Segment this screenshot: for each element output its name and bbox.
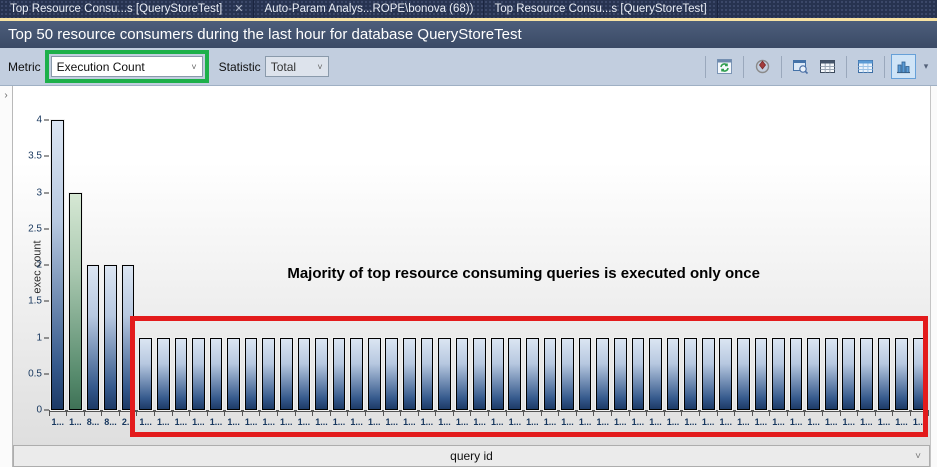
statistic-label: Statistic — [219, 60, 261, 74]
toolbar-overflow-button[interactable]: ▾ — [919, 54, 933, 79]
chart-view-icon — [895, 58, 912, 75]
toolbar: Metric Execution Count ˅ Statistic Total… — [0, 48, 937, 86]
x-axis-title: query id — [450, 449, 493, 463]
chevron-down-icon: ˅ — [191, 62, 196, 72]
y-axis-tick: 3.5 — [28, 151, 49, 162]
plot-area: 00.511.522.533.54 1...1...8...8...2...1.… — [49, 116, 928, 412]
chevron-down-icon: ˅ — [317, 62, 322, 72]
y-axis-tick: 4 — [36, 115, 49, 126]
metric-dropdown[interactable]: Execution Count ˅ — [51, 56, 203, 77]
y-axis-tick: 1 — [36, 332, 49, 343]
y-axis-tick: 0.5 — [28, 368, 49, 379]
track-query-button[interactable] — [750, 54, 775, 79]
tab-label: Top Resource Consu...s [QueryStoreTest] — [494, 3, 706, 15]
x-axis-tick — [49, 410, 50, 416]
close-icon[interactable]: ✕ — [234, 4, 243, 15]
grid-view-button[interactable] — [815, 54, 840, 79]
chart-panel: › exec count 00.511.522.533.54 1...1...8… — [0, 86, 937, 467]
y-axis-tick-label: 3 — [36, 187, 42, 198]
x-axis-tick — [66, 410, 67, 416]
y-axis-tick-label: 0 — [36, 405, 42, 416]
annotation-highlight-box — [130, 316, 928, 437]
x-axis-label: 1... — [67, 417, 85, 427]
bar[interactable] — [69, 193, 82, 411]
y-axis-tick: 2 — [36, 260, 49, 271]
grid-view-alt-button[interactable] — [853, 54, 878, 79]
bar[interactable] — [51, 120, 64, 410]
y-axis-tick: 2.5 — [28, 223, 49, 234]
bar[interactable] — [87, 265, 100, 410]
view-query-text-button[interactable] — [788, 54, 813, 79]
tab-top-resource-consumers-2[interactable]: Top Resource Consu...s [QueryStoreTest] — [484, 0, 717, 18]
collapsed-pane-strip[interactable]: › — [0, 86, 13, 467]
report-title-bar: Top 50 resource consumers during the las… — [0, 21, 937, 48]
toolbar-separator — [781, 56, 782, 78]
document-tab-bar: Top Resource Consu...s [QueryStoreTest] … — [0, 0, 937, 18]
y-axis-tick-label: 0.5 — [28, 368, 42, 379]
tab-top-resource-consumers-1[interactable]: Top Resource Consu...s [QueryStoreTest] … — [0, 0, 254, 18]
y-axis-tick-label: 2 — [36, 260, 42, 271]
toolbar-separator — [846, 56, 847, 78]
tab-label: Top Resource Consu...s [QueryStoreTest] — [10, 3, 222, 15]
x-axis-tick — [119, 410, 120, 416]
metric-dropdown-value: Execution Count — [57, 60, 145, 74]
right-gutter — [930, 86, 937, 467]
y-axis-tick: 1.5 — [28, 296, 49, 307]
toolbar-separator — [743, 56, 744, 78]
chevron-right-icon: › — [4, 91, 7, 467]
chart-area: exec count 00.511.522.533.54 1...1...8..… — [13, 86, 930, 467]
page-title: Top 50 resource consumers during the las… — [8, 26, 522, 43]
chevron-down-icon: ˅ — [915, 451, 921, 462]
metric-label: Metric — [8, 60, 41, 74]
y-axis-tick: 3 — [36, 187, 49, 198]
y-axis-tick: 0 — [36, 405, 49, 416]
tab-auto-param-analysis[interactable]: Auto-Param Analys...ROPE\bonova (68)) — [254, 0, 484, 18]
chart-view-button[interactable] — [891, 54, 916, 79]
y-axis-tick-label: 1 — [36, 332, 42, 343]
grid-view-alt-icon — [857, 58, 874, 75]
y-axis-tick-label: 1.5 — [28, 296, 42, 307]
track-query-icon — [754, 58, 771, 75]
x-axis-label: 1... — [49, 417, 67, 427]
toolbar-separator — [884, 56, 885, 78]
x-axis-tick — [101, 410, 102, 416]
chart-annotation: Majority of top resource consuming queri… — [207, 265, 840, 282]
refresh-icon — [716, 58, 733, 75]
x-axis-label: 8... — [84, 417, 102, 427]
metric-highlight-box: Execution Count ˅ — [45, 50, 209, 83]
y-axis-tick-label: 3.5 — [28, 151, 42, 162]
x-axis-tick — [84, 410, 85, 416]
statistic-dropdown[interactable]: Total ˅ — [265, 56, 329, 77]
toolbar-separator — [705, 56, 706, 78]
grid-view-icon — [819, 58, 836, 75]
y-axis-tick-label: 4 — [36, 115, 42, 126]
statistic-dropdown-value: Total — [271, 60, 296, 74]
refresh-button[interactable] — [712, 54, 737, 79]
bar[interactable] — [104, 265, 117, 410]
x-axis-label: 8... — [102, 417, 120, 427]
y-axis-tick-label: 2.5 — [28, 223, 42, 234]
view-query-text-icon — [792, 58, 809, 75]
x-axis-title-strip[interactable]: query id ˅ — [13, 445, 930, 467]
tab-label: Auto-Param Analys...ROPE\bonova (68)) — [264, 3, 473, 15]
